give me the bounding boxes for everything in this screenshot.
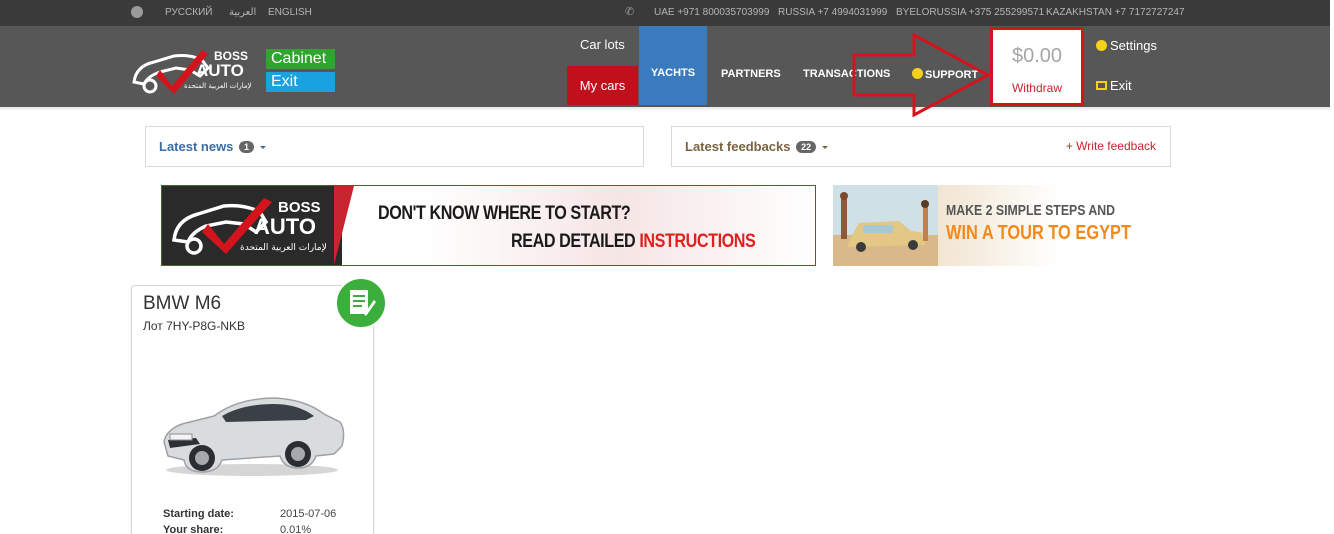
banner-logo-auto: AUTO: [254, 214, 316, 239]
document-glyph: [350, 290, 376, 316]
nav-yachts[interactable]: YACHTS: [639, 26, 707, 105]
settings-label: Settings: [1110, 38, 1157, 53]
car-photo[interactable]: [156, 368, 349, 496]
annotation-arrow-icon: [852, 33, 992, 117]
chevron-down-icon: [260, 146, 267, 149]
nav-partners[interactable]: PARTNERS: [721, 68, 781, 80]
logo-auto-text: AUTO: [196, 61, 244, 80]
phone-byelorussia: BYELORUSSIA +375 255299571: [896, 7, 1045, 18]
balance-amount: $0.00: [1011, 45, 1063, 67]
logo-arabic-text: لإمارات العربية المتحدة: [184, 82, 251, 90]
lang-russian[interactable]: РУССКИЙ: [165, 7, 212, 18]
globe-icon: [131, 6, 143, 18]
lang-english[interactable]: ENGLISH: [268, 7, 312, 18]
car-lot-number: Лот 7HY-P8G-NKB: [143, 319, 246, 333]
balance-box: $0.00 Withdraw: [990, 27, 1084, 106]
feedbacks-count-badge: 22: [796, 141, 817, 153]
chevron-down-icon: [822, 146, 829, 149]
top-strip: РУССКИЙ العربية ENGLISH ✆ UAE +971 80003…: [0, 0, 1330, 26]
latest-feedbacks-dropdown[interactable]: Latest feedbacks 22 + Write feedback: [671, 126, 1171, 167]
document-icon[interactable]: [335, 277, 387, 329]
boss-auto-logo[interactable]: BOSS AUTO لإمارات العربية المتحدة: [130, 46, 252, 98]
retro-car-photo: [833, 185, 938, 266]
banner-logo-arabic: لإمارات العربية المتحدة: [240, 243, 327, 253]
tour-banner[interactable]: MAKE 2 SIMPLE STEPS AND WIN A TOUR TO EG…: [833, 185, 1156, 266]
banner-logo: BOSS AUTO لإمارات العربية المتحدة: [172, 198, 327, 255]
main-header: BOSS AUTO لإمارات العربية المتحدة Cabine…: [0, 26, 1330, 107]
starting-date-label: Starting date:: [163, 508, 234, 520]
phone-kazakhstan: KAZAKHSTAN +7 7172727247: [1046, 7, 1185, 18]
tour-banner-line1: MAKE 2 SIMPLE STEPS AND: [946, 202, 1116, 219]
latest-news-label: Latest news: [159, 139, 234, 154]
car-lot-card[interactable]: BMW M6 Лот 7HY-P8G-NKB Starting date: 20…: [131, 277, 387, 534]
exit-icon: [1096, 81, 1107, 90]
phone-russia: RUSSIA +7 4994031999: [778, 7, 888, 18]
banner-line1: DON'T KNOW WHERE TO START?: [378, 203, 631, 224]
latest-news-dropdown[interactable]: Latest news 1: [145, 126, 644, 167]
nav-car-lots[interactable]: Car lots: [580, 37, 625, 52]
exit-label: Exit: [1110, 78, 1132, 93]
header-shadow: [0, 107, 1330, 111]
tour-banner-line2: WIN A TOUR TO EGYPT: [946, 222, 1131, 244]
banner-line2: READ DETAILED INSTRUCTIONS: [511, 231, 756, 253]
cabinet-button[interactable]: Cabinet: [266, 49, 335, 69]
your-share-value: 0.01%: [280, 524, 312, 534]
exit-link[interactable]: Exit: [1096, 78, 1132, 93]
gear-icon: [1096, 40, 1107, 51]
nav-my-cars[interactable]: My cars: [567, 66, 638, 105]
banner-line2-prefix: READ DETAILED: [511, 231, 636, 252]
banner-red-strip: [334, 186, 354, 265]
phone-uae: UAE +971 800035703999: [654, 7, 770, 18]
your-share-label: Your share:: [163, 524, 224, 534]
banner-line2-highlight: INSTRUCTIONS: [639, 231, 756, 252]
withdraw-link[interactable]: Withdraw: [993, 81, 1081, 95]
lang-arabic[interactable]: العربية: [229, 7, 256, 18]
starting-date-value: 2015-07-06: [280, 508, 337, 520]
car-illustration: [156, 368, 349, 496]
latest-news-toggle[interactable]: Latest news 1: [159, 139, 267, 154]
news-count-badge: 1: [239, 141, 255, 153]
instructions-banner[interactable]: BOSS AUTO لإمارات العربية المتحدة DON'T …: [161, 185, 816, 266]
settings-link[interactable]: Settings: [1096, 38, 1157, 53]
latest-feedbacks-label: Latest feedbacks: [685, 139, 791, 154]
phone-icon: ✆: [625, 6, 635, 18]
car-title[interactable]: BMW M6: [143, 293, 221, 315]
latest-feedbacks-toggle[interactable]: Latest feedbacks 22: [685, 139, 829, 154]
write-feedback-link[interactable]: + Write feedback: [1066, 139, 1156, 153]
exit-button[interactable]: Exit: [266, 72, 335, 92]
